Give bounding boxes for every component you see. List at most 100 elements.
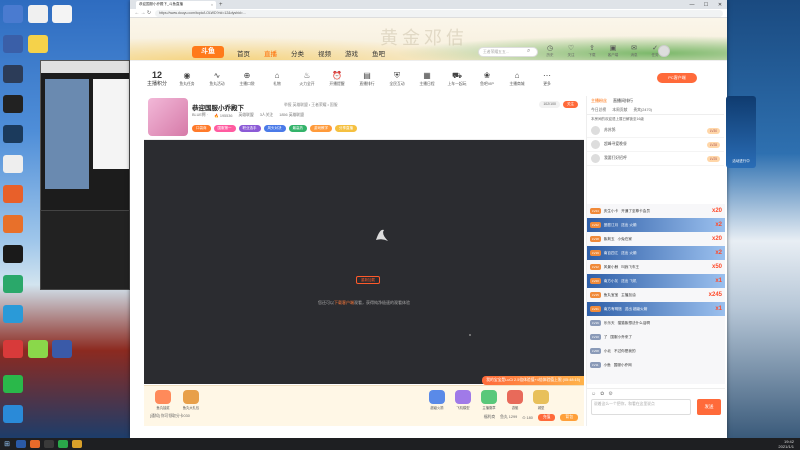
recharge-button[interactable]: 充值 xyxy=(537,414,556,421)
feature-item[interactable]: ▤ 直播排行 xyxy=(352,70,382,87)
taskbar-app[interactable] xyxy=(30,440,40,448)
download-button[interactable]: ⇪ 下载 xyxy=(584,45,600,58)
desktop-icon[interactable] xyxy=(3,5,23,23)
desktop-icon[interactable] xyxy=(3,95,23,113)
feature-item[interactable]: ∿ 鱼丸活动 xyxy=(202,70,232,87)
feature-item[interactable]: ❀ 鱼吧VIP xyxy=(472,70,502,87)
desktop-icon[interactable] xyxy=(52,340,72,358)
nav-item-home[interactable]: 首页 xyxy=(237,48,250,58)
new-tab-icon[interactable]: + xyxy=(219,2,223,8)
download-client-link[interactable]: 下载客户端 xyxy=(334,300,354,305)
tab-fans[interactable]: 主播粉丝 xyxy=(591,98,607,104)
gift-item[interactable]: 城堡 xyxy=(528,390,554,410)
feature-item[interactable]: ⏰ 开播提醒 xyxy=(322,70,352,87)
rank-row[interactable]: 我要打好招呼 LV25 xyxy=(587,152,724,166)
rank-row[interactable]: 超峰寻爱晚餐 LV28 xyxy=(587,138,724,152)
desktop-icon[interactable] xyxy=(3,305,23,323)
start-icon[interactable]: ⊞ xyxy=(0,438,14,450)
subtab-vip[interactable]: 贵宾(2470) xyxy=(633,108,652,113)
feature-item[interactable]: ♨ 火力全开 xyxy=(292,70,322,87)
user-avatar[interactable] xyxy=(658,45,670,57)
room-badge[interactable]: 游戏教学 xyxy=(310,125,332,132)
nav-item-yuba[interactable]: 鱼吧 xyxy=(372,48,385,58)
feature-item[interactable]: ⛟ 上车一起玩 xyxy=(442,70,472,87)
gift-item[interactable]: 游艇 xyxy=(502,390,528,410)
desktop-icon[interactable] xyxy=(3,35,23,53)
rank-row[interactable]: 苏苏鸽 LV30 xyxy=(587,124,724,138)
tab-rank[interactable]: 直播间排行 xyxy=(613,98,633,104)
chat-input[interactable]: 说着这么一个把你，和看在这里说点 xyxy=(591,399,691,415)
desktop-icon[interactable] xyxy=(3,340,23,358)
taskbar-app[interactable] xyxy=(72,440,82,448)
desktop-icon[interactable] xyxy=(3,185,23,203)
nav-item-live[interactable]: 直播 xyxy=(264,48,277,58)
gift-item[interactable]: 超级火箭 xyxy=(424,390,450,410)
room-badge[interactable]: 职业选手 xyxy=(238,125,261,132)
room-badge[interactable]: 分享直播 xyxy=(335,125,357,132)
backpack-button[interactable]: 背包 xyxy=(560,414,578,421)
desktop-icon[interactable] xyxy=(3,405,23,423)
gift-item[interactable]: 鱼丸大礼包 xyxy=(178,390,204,410)
anchor-score[interactable]: 12 主播积分 xyxy=(142,70,172,87)
reload-button[interactable]: 重新加载 xyxy=(356,276,380,284)
feature-item[interactable]: ▦ 主播日程 xyxy=(412,70,442,87)
settings-icon[interactable]: ⚙ xyxy=(608,391,612,397)
feature-item[interactable]: ⊕ 主播口袋 xyxy=(232,70,262,87)
promo-banner[interactable]: 我的宝宝是LuCi 2.5倍体验值+4倍体验值上限 (05:48:15) xyxy=(482,376,584,385)
video-player[interactable]: 重新加载 您还可以下载客户端观看，获得纯净极速的观看体验 xyxy=(144,140,584,384)
site-logo[interactable]: 斗鱼 xyxy=(192,46,224,58)
room-badge[interactable]: 最高热 xyxy=(288,125,307,132)
desktop-icon[interactable] xyxy=(28,340,48,358)
close-window-button[interactable]: ✕ xyxy=(713,2,727,8)
feature-item[interactable]: ⋯ 更多 xyxy=(532,70,562,87)
nav-item-video[interactable]: 视频 xyxy=(318,48,331,58)
client-button[interactable]: ▣ 客户端 xyxy=(605,45,621,58)
gift-item[interactable]: 飞机模型 xyxy=(450,390,476,410)
history-button[interactable]: ◷ 历史 xyxy=(542,45,558,58)
background-window-2[interactable] xyxy=(40,210,130,290)
gift-item[interactable]: 主播徽章 xyxy=(476,390,502,410)
pc-client-button[interactable]: PC客户端 xyxy=(657,73,697,83)
desktop-icon[interactable] xyxy=(3,155,23,173)
desktop-icon[interactable] xyxy=(52,5,72,23)
taskbar-clock[interactable]: 19:42 2021/1/1 xyxy=(778,439,800,449)
subtab-today[interactable]: 今日总榜 xyxy=(591,108,606,113)
streamer-avatar[interactable] xyxy=(148,98,188,136)
desktop-icon[interactable] xyxy=(3,275,23,293)
close-tab-icon[interactable]: × xyxy=(211,3,213,7)
nav-item-category[interactable]: 分类 xyxy=(291,48,304,58)
gift-bar-info[interactable]: 福利商 xyxy=(484,415,495,420)
url-field[interactable]: https://www.douyu.com/topic/LOLWD?rid=12… xyxy=(155,9,723,17)
room-badge[interactable]: 国服第一 xyxy=(213,125,236,132)
desktop-icon[interactable] xyxy=(3,65,23,83)
chat-list[interactable]: LV24 庆生小卡 开通了至尊卡会员 x20 LV22 曼庭江月 送出 火箭 x2 LV18… xyxy=(587,204,725,384)
desktop-icon[interactable] xyxy=(3,375,23,393)
room-badge[interactable]: 风头对决 xyxy=(263,125,286,132)
desktop-icon[interactable] xyxy=(3,245,23,263)
emoji-icon[interactable]: ☺ xyxy=(591,391,596,397)
follow-button[interactable]: 关注 xyxy=(563,101,578,108)
minimize-button[interactable]: — xyxy=(685,2,699,8)
follow-button[interactable]: ♡ 关注 xyxy=(563,45,579,58)
taskbar-app[interactable] xyxy=(58,440,68,448)
refresh-icon[interactable]: ↻ xyxy=(146,10,152,16)
maximize-button[interactable]: ☐ xyxy=(699,2,713,8)
gift-icon[interactable]: ✿ xyxy=(600,391,604,397)
send-button[interactable]: 发送 xyxy=(697,399,721,415)
gift-item[interactable]: 鱼丸抽奖 xyxy=(150,390,176,410)
background-window[interactable] xyxy=(40,60,130,220)
desktop-icon[interactable] xyxy=(28,5,48,23)
feature-item[interactable]: ◉ 鱼丸任务 xyxy=(172,70,202,87)
desktop-icon[interactable] xyxy=(3,125,23,143)
message-button[interactable]: ✉ 消息 xyxy=(626,45,642,58)
search-icon[interactable]: ⌕ xyxy=(527,48,530,55)
browser-tab[interactable]: 恭迎国服小乔殿下_斗鱼直播 × xyxy=(136,0,216,9)
taskbar-app[interactable] xyxy=(44,440,54,448)
feature-item[interactable]: ⛨ 全民互动 xyxy=(382,70,412,87)
subtab-week[interactable]: 本周贡献 xyxy=(612,108,627,113)
room-badge[interactable]: 口袋商 xyxy=(192,125,211,132)
nav-item-game[interactable]: 游戏 xyxy=(345,48,358,58)
feature-item[interactable]: ⌂ 主播商城 xyxy=(502,70,532,87)
taskbar-app[interactable] xyxy=(16,440,26,448)
feature-item[interactable]: ⌂ 礼物 xyxy=(262,70,292,87)
